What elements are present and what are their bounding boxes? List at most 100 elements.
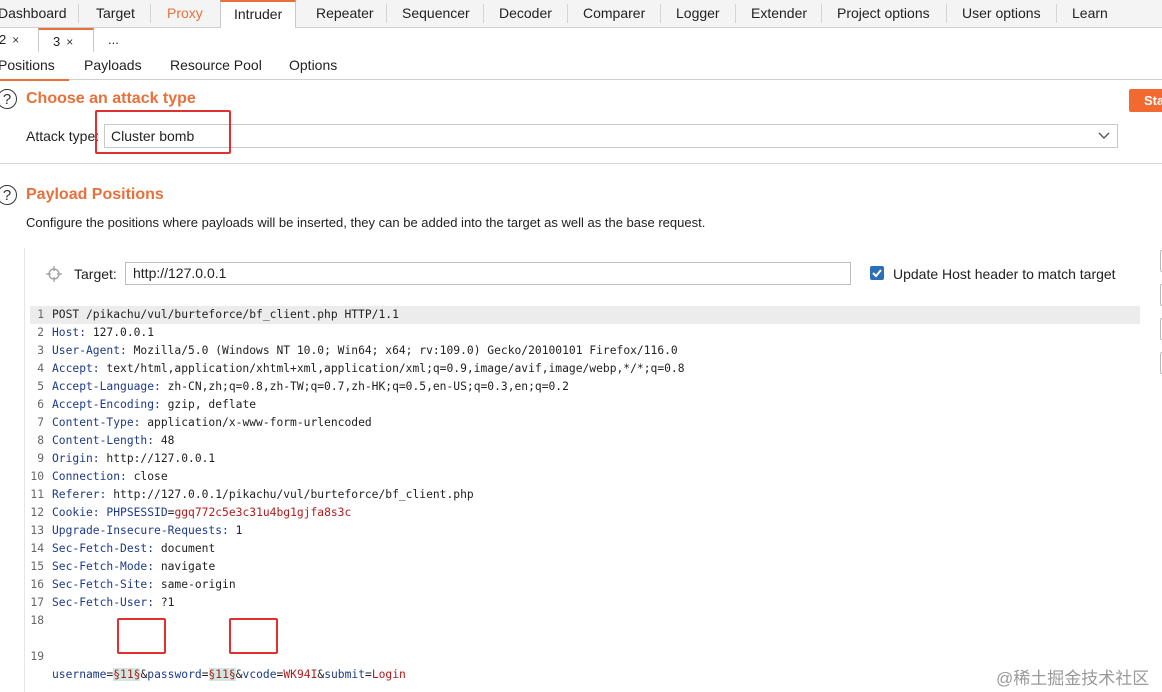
subtab-2[interactable]: 2 × (0, 28, 19, 53)
header-name: Connection: (52, 470, 127, 483)
tab-decoder[interactable]: Decoder (499, 0, 552, 27)
tab-repeater[interactable]: Repeater (316, 0, 374, 27)
close-icon[interactable]: × (12, 33, 19, 47)
tab-comparer[interactable]: Comparer (583, 0, 645, 27)
attack-type-value: Cluster bomb (111, 128, 195, 144)
header-name: Accept-Language: (52, 380, 161, 393)
header-name: Host: (52, 326, 87, 339)
target-label: Target: (74, 266, 117, 282)
check-icon (872, 269, 882, 278)
line-number: 13 (30, 524, 44, 537)
crosshair-icon (46, 266, 62, 282)
header-value: POST /pikachu/vul/burteforce/bf_client.p… (52, 308, 399, 321)
param-name: vcode (242, 668, 277, 681)
payload-marker[interactable]: §11§ (113, 668, 141, 681)
update-host-checkbox[interactable] (870, 266, 884, 280)
header-name: User-Agent: (52, 344, 127, 357)
header-name: Accept-Encoding: (52, 398, 161, 411)
header-value: gzip, deflate (160, 398, 257, 411)
subtab-new[interactable]: ... (108, 28, 119, 53)
request-line-text: Sec-Fetch-Site: same-origin (52, 576, 236, 594)
tab-separator (946, 4, 947, 23)
tab-positions[interactable]: Positions (0, 53, 69, 81)
header-value: document (154, 542, 216, 555)
payload-marker[interactable]: §11§ (208, 668, 236, 681)
request-line-text: User-Agent: Mozilla/5.0 (Windows NT 10.0… (52, 342, 678, 360)
tab-separator (386, 4, 387, 23)
tab-separator (821, 4, 822, 23)
tab-target[interactable]: Target (96, 0, 135, 27)
target-input[interactable]: http://127.0.0.1 (125, 262, 851, 285)
tab-intruder[interactable]: Intruder (220, 0, 297, 28)
line-number: 19 (30, 650, 44, 663)
header-name: Sec-Fetch-Mode: (52, 560, 155, 573)
header-name: Content-Type: (52, 416, 141, 429)
help-icon[interactable]: ? (0, 185, 17, 205)
request-line-text: Upgrade-Insecure-Requests: 1 (52, 522, 242, 540)
request-line-text: Origin: http://127.0.0.1 (52, 450, 215, 468)
request-line-text: POST /pikachu/vul/burteforce/bf_client.p… (52, 306, 399, 324)
request-body-line[interactable]: 19 username=§11§&password=§11§&vcode=WK9… (30, 630, 1140, 681)
tab-sequencer[interactable]: Sequencer (402, 0, 470, 27)
header-value: 1 (228, 524, 243, 537)
tab-dashboard[interactable]: Dashboard (0, 0, 67, 27)
line-number: 8 (37, 434, 44, 447)
request-line-text: Content-Type: application/x-www-form-url… (52, 414, 372, 432)
close-icon[interactable]: × (66, 35, 73, 49)
tab-resource-pool[interactable]: Resource Pool (170, 53, 262, 79)
tab-separator (150, 4, 151, 23)
tab-learn[interactable]: Learn (1072, 0, 1108, 27)
intruder-panel-tabs: Positions Payloads Resource Pool Options (0, 53, 1162, 81)
param-value: Login (371, 668, 406, 681)
tab-proxy[interactable]: Proxy (167, 0, 203, 27)
header-name: Cookie: (52, 506, 100, 519)
tab-logger[interactable]: Logger (676, 0, 720, 27)
tab-options[interactable]: Options (289, 53, 337, 79)
intruder-subtabs: 2 × 3 × ... (0, 28, 1162, 54)
tab-separator (660, 4, 661, 23)
tab-separator (735, 4, 736, 23)
request-line-text: Connection: close (52, 468, 168, 486)
header-name: Upgrade-Insecure-Requests: (52, 524, 229, 537)
tab-separator (1056, 4, 1057, 23)
help-icon[interactable]: ? (0, 89, 17, 109)
line-number: 18 (30, 614, 44, 627)
line-number: 16 (30, 578, 44, 591)
header-value: close (126, 470, 168, 483)
header-value: navigate (154, 560, 216, 573)
section-divider (0, 163, 1162, 164)
request-line-text: Referer: http://127.0.0.1/pikachu/vul/bu… (52, 486, 474, 504)
header-name: Referer: (52, 488, 107, 501)
header-name: Sec-Fetch-Site: (52, 578, 155, 591)
request-line-text: Sec-Fetch-User: ?1 (52, 594, 174, 612)
equals-sign: = (365, 668, 372, 681)
header-value: http://127.0.0.1/pikachu/vul/burteforce/… (106, 488, 474, 501)
request-line-text: Accept: text/html,application/xhtml+xml,… (52, 360, 685, 378)
tab-separator (78, 4, 79, 23)
request-line[interactable]: 1 POST /pikachu/vul/burteforce/bf_client.… (30, 306, 1140, 324)
tab-extender[interactable]: Extender (751, 0, 807, 27)
payload-positions-title: Payload Positions (26, 186, 164, 203)
tab-payloads[interactable]: Payloads (84, 53, 142, 79)
equals-sign: = (201, 668, 209, 681)
request-line-text: Content-Length: 48 (52, 432, 174, 450)
line-number: 17 (30, 596, 44, 609)
tab-project-options[interactable]: Project options (837, 0, 930, 27)
subtab-3[interactable]: 3 × (38, 28, 94, 52)
subtab-label: 2 (0, 32, 7, 47)
attack-type-select[interactable]: Cluster bomb (104, 124, 1118, 148)
request-line-text: Host: 127.0.0.1 (52, 324, 154, 342)
header-name: Sec-Fetch-User: (52, 596, 155, 609)
subtab-label: 3 (53, 34, 61, 49)
line-number: 7 (37, 416, 44, 429)
header-value: zh-CN,zh;q=0.8,zh-TW;q=0.7,zh-HK;q=0.5,e… (160, 380, 569, 393)
start-attack-button[interactable]: Sta (1129, 89, 1162, 112)
line-number: 5 (37, 380, 44, 393)
param-name: username (52, 668, 107, 681)
header-value: http://127.0.0.1 (99, 452, 216, 465)
request-line-text: Accept-Language: zh-CN,zh;q=0.8,zh-TW;q=… (52, 378, 569, 396)
param-value: WK94I (283, 668, 318, 681)
header-name: Accept: (52, 362, 100, 375)
request-line-text: Sec-Fetch-Mode: navigate (52, 558, 215, 576)
tab-user-options[interactable]: User options (962, 0, 1041, 27)
